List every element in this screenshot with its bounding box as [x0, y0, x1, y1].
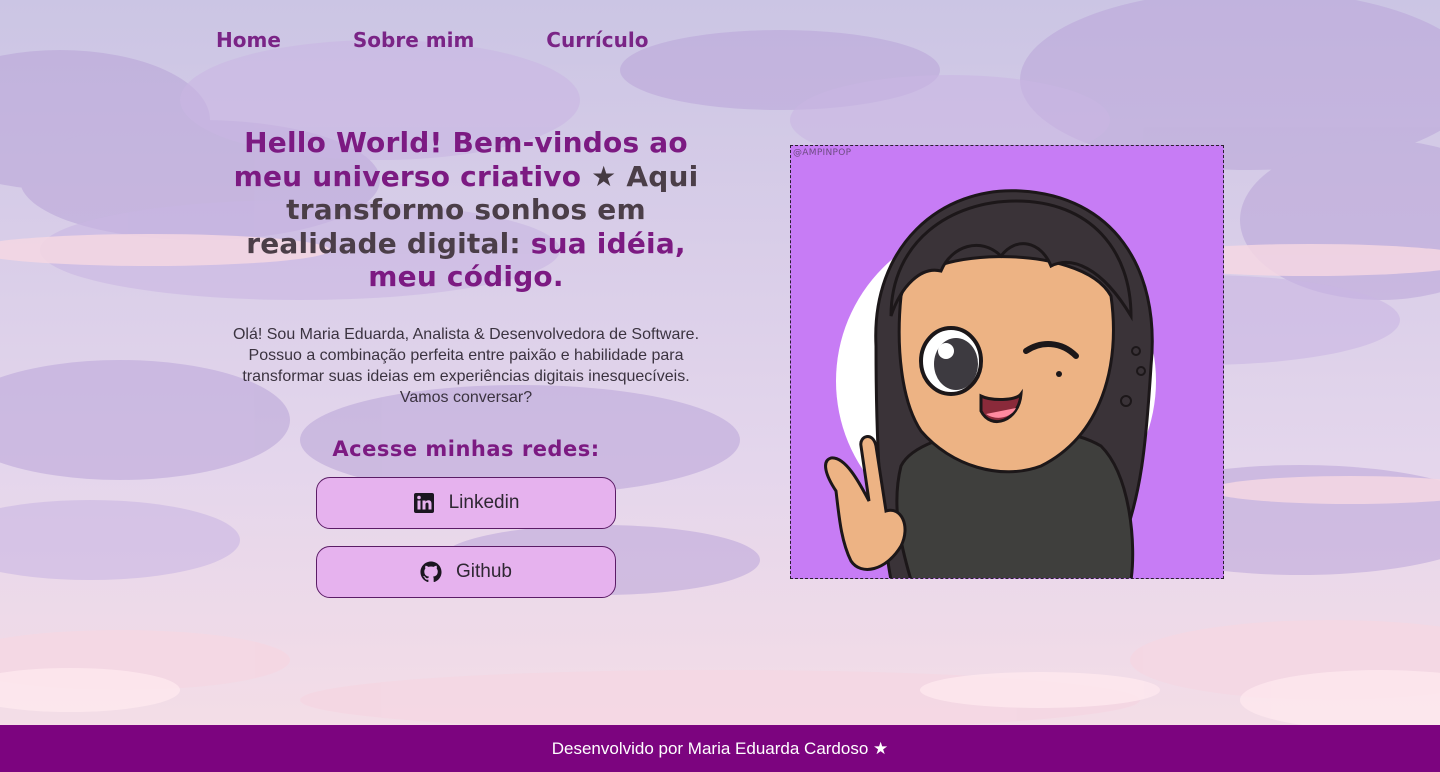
avatar-image: @AMPINPOP — [790, 145, 1224, 579]
github-label: Github — [456, 560, 512, 582]
github-icon — [420, 561, 442, 583]
avatar-illustration — [791, 146, 1223, 578]
nav-link-curriculo[interactable]: Currículo — [546, 26, 648, 54]
intro-paragraph: Olá! Sou Maria Eduarda, Analista & Desen… — [232, 325, 700, 407]
github-button[interactable]: Github — [316, 545, 616, 598]
footer-text: Desenvolvido por Maria Eduarda Cardoso ★ — [551, 738, 889, 758]
nav-link-sobre-mim[interactable]: Sobre mim — [353, 26, 474, 54]
avatar-watermark: @AMPINPOP — [793, 148, 852, 158]
top-navigation: Home Sobre mim Currículo — [216, 26, 720, 54]
social-title: Acesse minhas redes: — [332, 436, 600, 461]
linkedin-button[interactable]: Linkedin — [316, 476, 616, 529]
hero-section: Hello World! Bem-vindos ao meu universo … — [212, 126, 720, 598]
star-icon: ★ — [591, 159, 617, 193]
page-footer: Desenvolvido por Maria Eduarda Cardoso ★ — [0, 725, 1440, 772]
headline-greeting: Hello World! Bem-vindos ao meu universo … — [233, 126, 688, 193]
hero-headline: Hello World! Bem-vindos ao meu universo … — [212, 126, 720, 294]
linkedin-icon — [413, 492, 435, 514]
linkedin-label: Linkedin — [448, 491, 520, 513]
nav-link-home[interactable]: Home — [216, 26, 281, 54]
